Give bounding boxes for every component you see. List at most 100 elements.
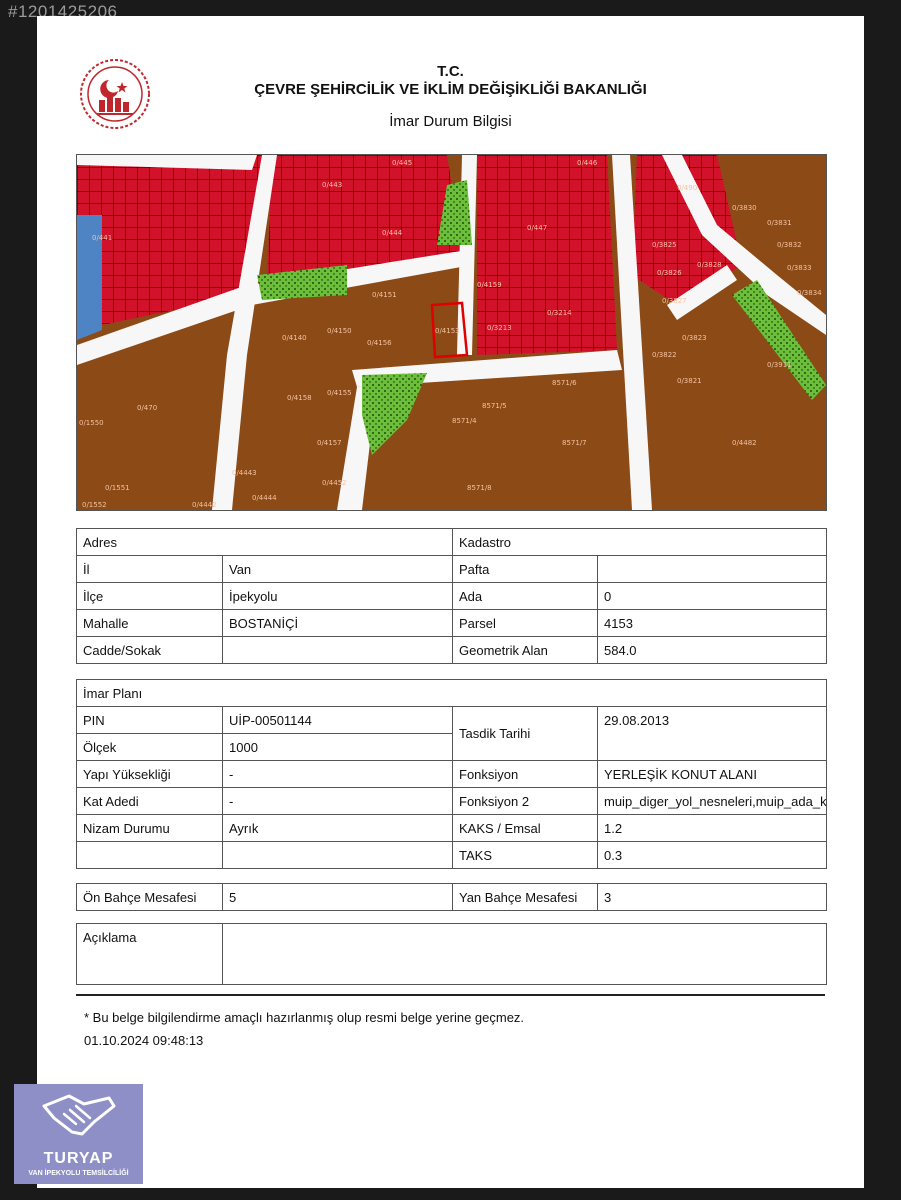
field-value: YERLEŞİK KONUT ALANI <box>597 760 827 788</box>
field-label: Yapı Yüksekliği <box>76 760 223 788</box>
table-row: Cadde/Sokak Geometrik Alan 584.0 <box>76 636 828 664</box>
field-value: Van <box>222 555 453 583</box>
setbacks-table: Ön Bahçe Mesafesi 5 Yan Bahçe Mesafesi 3 <box>76 883 827 911</box>
map-label: 0/4159 <box>477 281 502 289</box>
field-value: İpekyolu <box>222 582 453 610</box>
address-table: Adres Kadastro İl Van Pafta İlçe İpekyol… <box>76 528 828 664</box>
field-value: 584.0 <box>596 636 828 664</box>
map-label: 0/4150 <box>327 327 352 335</box>
zoning-map[interactable]: 0/445 0/446 0/443 0/444 0/441 0/447 0/49… <box>76 154 827 511</box>
map-label: 0/446 <box>577 159 598 167</box>
map-label: 0/3822 <box>652 351 677 359</box>
empty-cell <box>76 841 223 869</box>
table-row: TAKS 0.3 <box>76 841 827 869</box>
table-row: Ön Bahçe Mesafesi 5 Yan Bahçe Mesafesi 3 <box>76 883 827 911</box>
field-value: 1.2 <box>597 814 827 842</box>
field-value: - <box>222 787 453 815</box>
divider <box>76 994 825 996</box>
map-label: 0/3911 <box>767 361 792 369</box>
field-label: Ölçek <box>76 733 223 761</box>
field-value: 29.08.2013 <box>597 706 827 761</box>
table-row: Mahalle BOSTANİÇİ Parsel 4153 <box>76 609 828 637</box>
map-label: 0/3830 <box>732 204 757 212</box>
remarks-table: Açıklama <box>76 923 827 985</box>
map-label: 0/443 <box>322 181 342 189</box>
map-label: 0/3831 <box>767 219 792 227</box>
document-page: T.C. ÇEVRE ŞEHİRCİLİK VE İKLİM DEĞİŞİKLİ… <box>37 16 864 1188</box>
map-label: 0/4158 <box>287 394 312 402</box>
map-label: 0/4140 <box>282 334 307 342</box>
field-label: KAKS / Emsal <box>452 814 598 842</box>
map-label: 8571/6 <box>552 379 577 387</box>
field-value: 0 <box>596 582 828 610</box>
field-label: Ön Bahçe Mesafesi <box>76 883 223 911</box>
field-label: Açıklama <box>76 923 223 985</box>
map-label: 0/4153 <box>435 327 460 335</box>
table-row: İmar Planı <box>76 679 827 707</box>
table-row: Adres Kadastro <box>76 528 828 556</box>
field-label: Nizam Durumu <box>76 814 223 842</box>
map-label: 0/3827 <box>662 297 687 305</box>
map-label: 0/3832 <box>777 241 802 249</box>
map-label: 0/470 <box>137 404 157 412</box>
map-label: 0/4155 <box>327 389 352 397</box>
badge-name: TURYAP <box>43 1150 114 1167</box>
ministry-name: ÇEVRE ŞEHİRCİLİK VE İKLİM DEĞİŞİKLİĞİ BA… <box>254 81 647 98</box>
map-label: 8571/7 <box>562 439 587 447</box>
header-tc: T.C. <box>437 63 464 80</box>
field-value <box>222 923 827 985</box>
empty-cell <box>222 841 453 869</box>
field-label: Cadde/Sokak <box>76 636 223 664</box>
table-row: Kat Adedi - Fonksiyon 2 muip_diger_yol_n… <box>76 787 827 815</box>
field-label: Ada <box>452 582 598 610</box>
field-label: PIN <box>76 706 223 734</box>
field-value <box>596 555 828 583</box>
map-label: 0/490 <box>677 184 697 192</box>
timestamp: 01.10.2024 09:48:13 <box>84 1033 204 1048</box>
field-value: UİP-00501144 <box>222 706 453 734</box>
map-label: 0/1551 <box>105 484 130 492</box>
map-label: 0/3828 <box>697 261 722 269</box>
map-label: 0/3826 <box>657 269 682 277</box>
map-label: 0/4452 <box>322 479 347 487</box>
field-label: Mahalle <box>76 609 223 637</box>
cadastre-header: Kadastro <box>451 528 828 556</box>
field-value: muip_diger_yol_nesneleri,muip_ada_kena <box>597 787 827 815</box>
field-value: 4153 <box>596 609 828 637</box>
map-label: 0/3821 <box>677 377 702 385</box>
map-label: 8571/5 <box>482 402 507 410</box>
map-label: 0/1552 <box>82 501 107 509</box>
disclaimer-note: * Bu belge bilgilendirme amaçlı hazırlan… <box>84 1010 525 1025</box>
field-value: Ayrık <box>222 814 453 842</box>
handshake-icon <box>42 1094 116 1136</box>
map-label: 0/3823 <box>682 334 707 342</box>
field-label: Fonksiyon 2 <box>452 787 598 815</box>
map-label: 0/3834 <box>797 289 822 297</box>
map-label: 8571/4 <box>452 417 477 425</box>
map-label: 0/4443 <box>232 469 257 477</box>
table-row: Açıklama <box>76 923 827 985</box>
field-value <box>222 636 453 664</box>
field-label: Parsel <box>452 609 598 637</box>
field-label: İlçe <box>76 582 223 610</box>
map-label: 0/4442 <box>192 501 217 509</box>
map-label: 8571/8 <box>467 484 492 492</box>
map-label: 0/447 <box>527 224 547 232</box>
field-label: Yan Bahçe Mesafesi <box>452 883 598 911</box>
turyap-badge: TURYAP VAN İPEKYOLU TEMSİLCİLİĞİ <box>14 1084 143 1184</box>
map-label: 0/445 <box>392 159 412 167</box>
field-value: 0.3 <box>597 841 827 869</box>
map-label: 0/4444 <box>252 494 277 502</box>
map-label: 0/4157 <box>317 439 342 447</box>
map-label: 0/4156 <box>367 339 392 347</box>
table-row: Nizam Durumu Ayrık KAKS / Emsal 1.2 <box>76 814 827 842</box>
field-label: İl <box>76 555 223 583</box>
map-label: 0/4151 <box>372 291 397 299</box>
table-row: İl Van Pafta <box>76 555 828 583</box>
map-label: 0/3833 <box>787 264 812 272</box>
map-label: 0/441 <box>92 234 112 242</box>
field-value: 3 <box>597 883 827 911</box>
field-label: Tasdik Tarihi <box>452 706 598 761</box>
badge-subtitle: VAN İPEKYOLU TEMSİLCİLİĞİ <box>28 1170 129 1177</box>
map-label: 0/1550 <box>79 419 104 427</box>
